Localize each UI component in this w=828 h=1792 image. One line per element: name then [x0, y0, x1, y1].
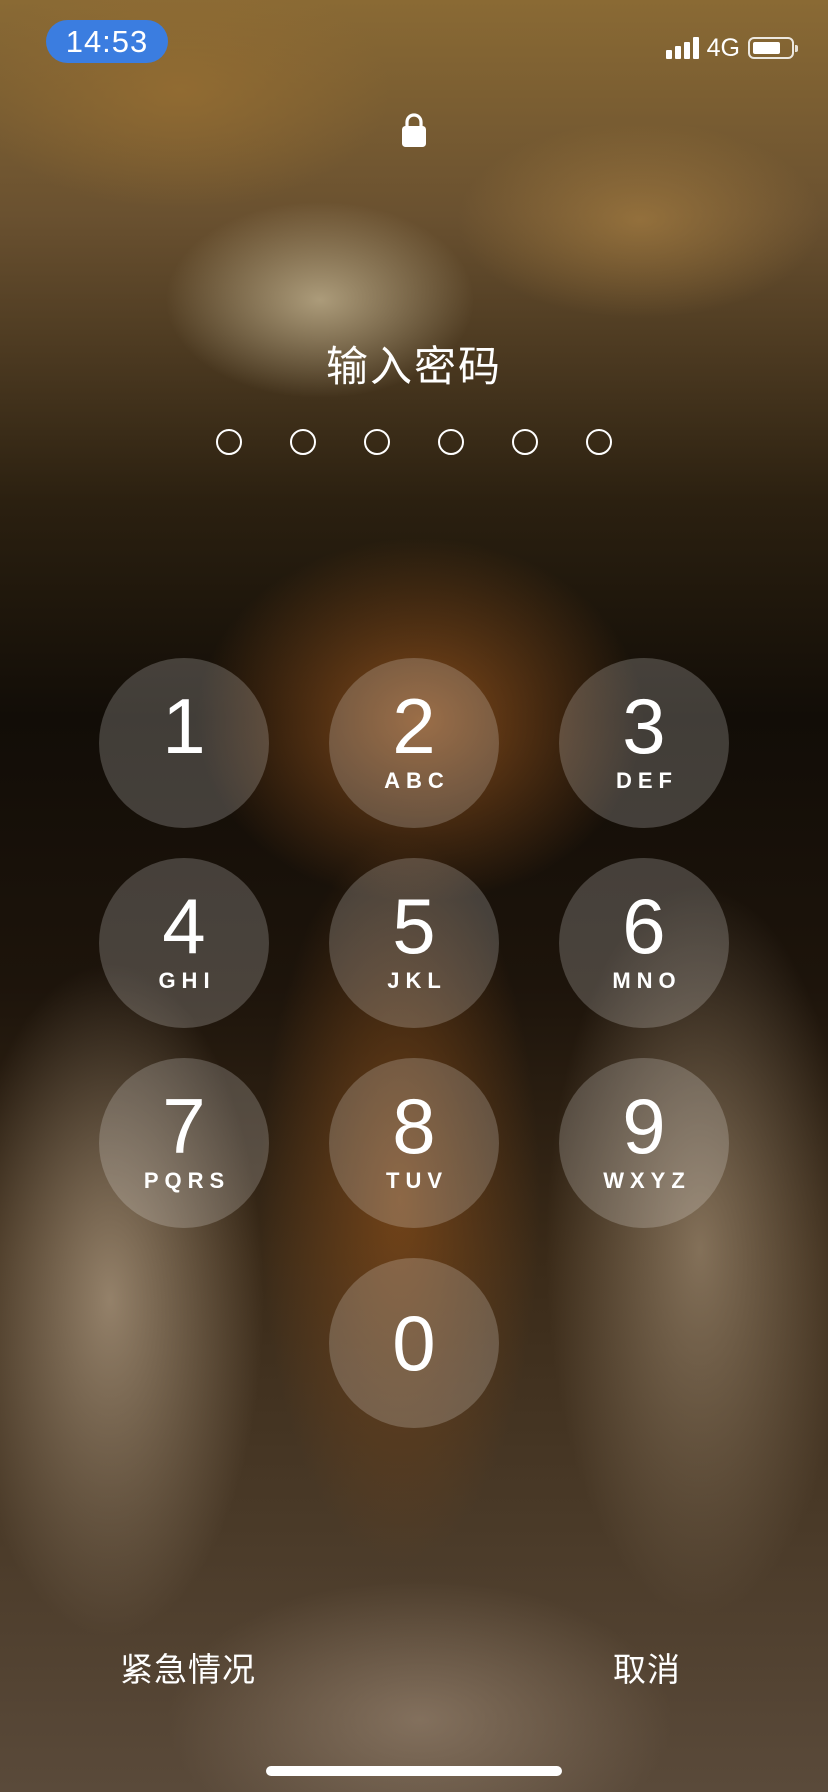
- lock-icon: [402, 113, 426, 147]
- passcode-dot: [364, 429, 390, 455]
- key-digit: 3: [622, 682, 666, 770]
- key-0[interactable]: 0: [329, 1258, 499, 1428]
- battery-level: [753, 42, 780, 54]
- key-2[interactable]: 2 ABC: [329, 658, 499, 828]
- status-time[interactable]: 14:53: [46, 20, 168, 63]
- passcode-dots: [216, 429, 612, 455]
- signal-bar: [683, 42, 690, 59]
- key-digit: 1: [162, 682, 206, 770]
- passcode-dot: [216, 429, 242, 455]
- key-letters: ABC: [384, 768, 450, 793]
- passcode-dot: [586, 429, 612, 455]
- emergency-button[interactable]: 紧急情况: [120, 1648, 256, 1692]
- battery-cap: [795, 45, 798, 52]
- key-4[interactable]: 4 GHI: [99, 858, 269, 1028]
- key-digit: 8: [392, 1082, 436, 1170]
- status-indicators: 4G: [665, 34, 798, 62]
- key-digit: 6: [622, 882, 666, 970]
- key-letters: GHI: [158, 968, 216, 993]
- key-letters: JKL: [387, 968, 447, 993]
- key-3[interactable]: 3 DEF: [559, 658, 729, 828]
- key-6[interactable]: 6 MNO: [559, 858, 729, 1028]
- key-letters: TUV: [386, 1168, 448, 1193]
- network-type: 4G: [706, 34, 740, 62]
- passcode-dot: [512, 429, 538, 455]
- key-digit: 4: [162, 882, 206, 970]
- key-digit: 0: [392, 1299, 436, 1387]
- passcode-prompt: 输入密码: [325, 343, 502, 390]
- passcode-dot: [290, 429, 316, 455]
- key-letters: WXYZ: [603, 1168, 691, 1193]
- passcode-dot: [438, 429, 464, 455]
- key-7[interactable]: 7 PQRS: [99, 1058, 269, 1228]
- home-indicator[interactable]: [266, 1766, 562, 1776]
- key-5[interactable]: 5 JKL: [329, 858, 499, 1028]
- key-digit: 9: [622, 1082, 666, 1170]
- signal-bar: [692, 37, 699, 59]
- key-letters: DEF: [616, 768, 678, 793]
- key-8[interactable]: 8 TUV: [329, 1058, 499, 1228]
- key-letters: MNO: [612, 968, 682, 993]
- signal-bar: [674, 46, 681, 59]
- key-letters: PQRS: [143, 1168, 231, 1193]
- key-digit: 2: [392, 682, 436, 770]
- lock-screen: 14:53 4G 输入密码 1 2 ABC 3 DEF 4 GHI 5 JKL 6 MNO 7 PQRS…: [0, 0, 828, 1792]
- cancel-button[interactable]: 取消: [613, 1648, 681, 1692]
- cellular-signal-icon: [665, 37, 699, 59]
- key-9[interactable]: 9 WXYZ: [559, 1058, 729, 1228]
- key-digit: 7: [162, 1082, 206, 1170]
- key-1[interactable]: 1: [99, 658, 269, 828]
- signal-bar: [665, 50, 672, 59]
- key-digit: 5: [392, 882, 436, 970]
- battery-icon: [748, 37, 798, 59]
